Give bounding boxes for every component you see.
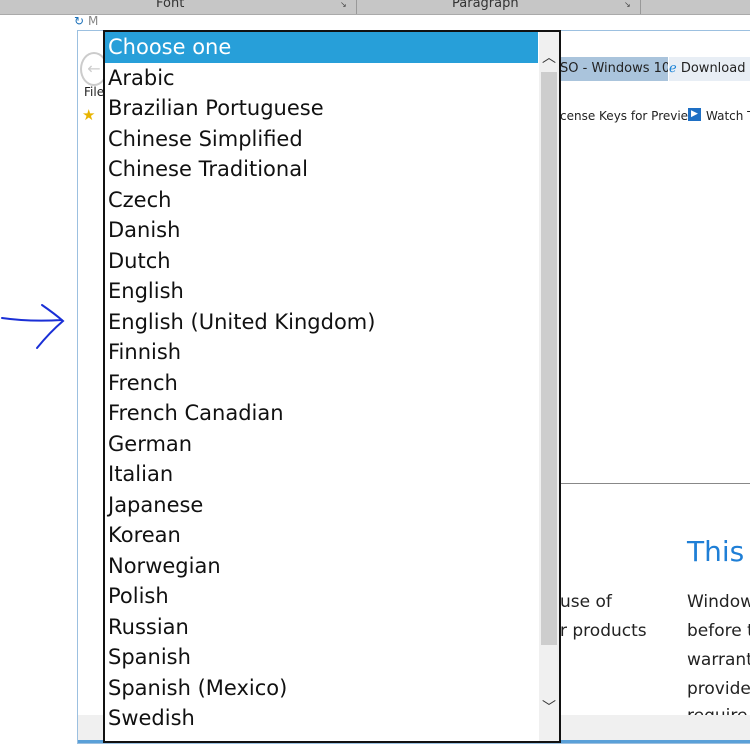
content-text: provide <box>687 679 750 699</box>
tab-windows-10-iso[interactable]: SO - Windows 10 ... <box>560 57 668 81</box>
option-dutch[interactable]: Dutch <box>105 246 538 277</box>
option-russian[interactable]: Russian <box>105 612 538 643</box>
content-text: use of <box>560 592 612 612</box>
divider <box>560 483 750 484</box>
option-korean[interactable]: Korean <box>105 520 538 551</box>
ie-icon: ℯ <box>669 61 677 76</box>
paragraph-dialog-launcher-icon[interactable]: ↘ <box>624 0 631 9</box>
window-title-fragment: M <box>88 14 99 28</box>
option-brazilian-portuguese[interactable]: Brazilian Portuguese <box>105 93 538 124</box>
content-heading: This i <box>687 535 750 568</box>
favorite-link-license-keys[interactable]: cense Keys for Previe... <box>560 109 700 123</box>
option-english-united-kingdom[interactable]: English (United Kingdom) <box>105 307 538 338</box>
option-czech[interactable]: Czech <box>105 185 538 216</box>
tab-download[interactable]: ℯ Download <box>669 57 750 81</box>
option-polish[interactable]: Polish <box>105 581 538 612</box>
option-finnish[interactable]: Finnish <box>105 337 538 368</box>
ribbon-group-paragraph: Paragraph <box>452 0 519 11</box>
divider <box>640 0 641 14</box>
option-italian[interactable]: Italian <box>105 459 538 490</box>
favorite-link-watch[interactable]: Watch T <box>706 109 750 123</box>
content-text: warrant <box>687 650 750 670</box>
content-text: before t <box>687 621 750 641</box>
scrollbar-thumb[interactable] <box>541 72 557 645</box>
scrollbar[interactable]: ︿ ﹀ <box>539 32 559 741</box>
ribbon-group-font: Font <box>156 0 185 11</box>
scroll-down-icon[interactable]: ﹀ <box>539 696 559 720</box>
ribbon-strip: Font ↘ Paragraph ↘ <box>0 0 750 15</box>
option-chinese-simplified[interactable]: Chinese Simplified <box>105 124 538 155</box>
option-english[interactable]: English <box>105 276 538 307</box>
option-swedish[interactable]: Swedish <box>105 703 538 734</box>
option-norwegian[interactable]: Norwegian <box>105 551 538 582</box>
option-french-canadian[interactable]: French Canadian <box>105 398 538 429</box>
option-spanish-mexico[interactable]: Spanish (Mexico) <box>105 673 538 704</box>
option-danish[interactable]: Danish <box>105 215 538 246</box>
option-french[interactable]: French <box>105 368 538 399</box>
option-spanish[interactable]: Spanish <box>105 642 538 673</box>
favorites-star-icon[interactable]: ★ <box>82 106 95 124</box>
scroll-up-icon[interactable]: ︿ <box>539 46 559 70</box>
language-dropdown-list[interactable]: Choose one Arabic Brazilian Portuguese Chin… <box>103 30 561 743</box>
video-icon: ▶ <box>688 108 701 121</box>
option-german[interactable]: German <box>105 429 538 460</box>
option-arabic[interactable]: Arabic <box>105 63 538 94</box>
font-dialog-launcher-icon[interactable]: ↘ <box>340 0 347 9</box>
refresh-icon: ↻ <box>74 14 85 28</box>
option-japanese[interactable]: Japanese <box>105 490 538 521</box>
hand-drawn-arrow-icon <box>1 304 65 349</box>
menu-file[interactable]: File <box>84 85 104 99</box>
option-choose-one[interactable]: Choose one <box>105 32 538 63</box>
content-text: r products <box>560 621 647 641</box>
tab-label: Download <box>680 61 746 76</box>
option-chinese-traditional[interactable]: Chinese Traditional <box>105 154 538 185</box>
options-list: Choose one Arabic Brazilian Portuguese Chin… <box>105 32 559 734</box>
divider <box>356 0 357 14</box>
tab-label: SO - Windows 10 ... <box>560 61 668 76</box>
content-text: require <box>687 706 747 715</box>
content-text: Window <box>687 592 750 612</box>
